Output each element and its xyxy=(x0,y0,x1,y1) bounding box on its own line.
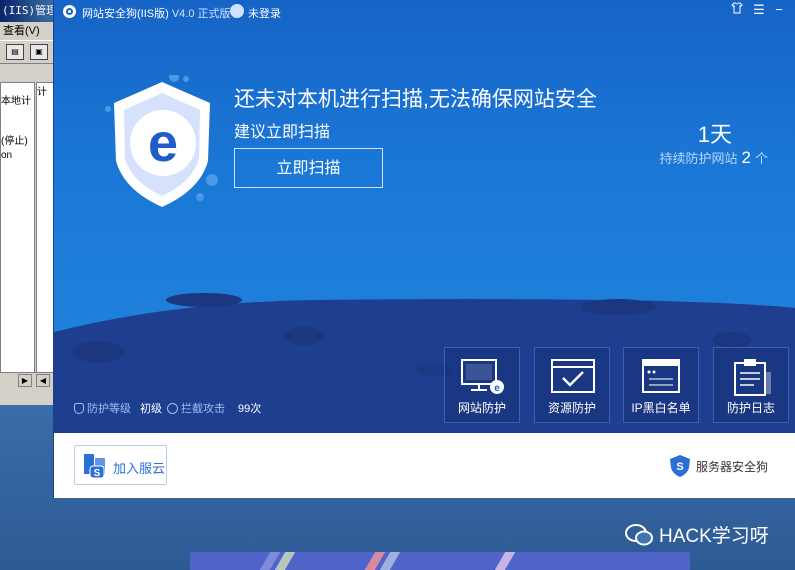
watermark-text: HACK学习呀 xyxy=(659,526,769,547)
login-status[interactable]: 未登录 xyxy=(248,5,281,21)
hero-panel: 网站安全狗(IIS版) V4.0 正式版 未登录 ☰ − e 还未对本机进行扫描… xyxy=(54,0,795,433)
feature-label: IP黑白名单 xyxy=(631,401,691,415)
svg-text:S: S xyxy=(94,468,101,479)
toolbar-btn-2-icon[interactable]: ▣ xyxy=(30,44,48,60)
ip-list-button[interactable]: IP黑白名单 xyxy=(623,347,699,423)
protected-sites-label: 持续防护网站 xyxy=(659,151,738,166)
iis-toolbar: ▤ ▣ xyxy=(0,40,54,64)
resource-protection-button[interactable]: 资源防护 xyxy=(534,347,610,423)
svg-text:S: S xyxy=(676,461,683,473)
protection-level-label: 防护等级 xyxy=(87,403,131,415)
scan-now-button[interactable]: 立即扫描 xyxy=(234,148,383,188)
ip-list-icon xyxy=(642,359,680,393)
server-safedog-link[interactable]: S 服务器安全狗 xyxy=(669,454,768,478)
safedog-logo-icon: S xyxy=(669,455,690,477)
log-clipboard-icon xyxy=(734,359,771,396)
safedog-window: 网站安全狗(IIS版) V4.0 正式版 未登录 ☰ − e 还未对本机进行扫描… xyxy=(53,0,795,498)
title-bar: 网站安全狗(IIS版) V4.0 正式版 未登录 ☰ − xyxy=(54,0,795,24)
horizontal-scrollbar[interactable]: ▶ ◀ xyxy=(0,372,54,387)
feature-label: 资源防护 xyxy=(547,401,596,415)
join-cloud-button[interactable]: S 加入服云 xyxy=(74,445,167,485)
svg-text:e: e xyxy=(494,383,500,394)
tree-item[interactable]: on xyxy=(1,149,34,163)
menu-view[interactable]: 查看(V) xyxy=(0,22,54,40)
tree-pane[interactable]: 本地计 (停止) on xyxy=(0,82,35,374)
scroll-left-icon[interactable]: ◀ xyxy=(36,374,50,387)
scroll-right-icon[interactable]: ▶ xyxy=(18,374,32,387)
window-check-icon xyxy=(551,359,595,393)
protection-status: 防护等级 初级 拦截攻击 99次 xyxy=(74,400,261,416)
scan-subline: 建议立即扫描 xyxy=(234,124,331,141)
shield-small-icon xyxy=(74,402,84,414)
protected-days: 1天 xyxy=(697,122,732,147)
minimize-icon[interactable]: − xyxy=(770,2,788,17)
app-version: V4.0 正式版 xyxy=(171,8,231,20)
server-cloud-icon: S xyxy=(84,454,105,479)
iis-manager-window[interactable]: (IIS)管理器 查看(V) ▤ ▣ 本地计 (停止) on 计 ▶ ◀ xyxy=(0,0,55,405)
shirt-icon[interactable] xyxy=(728,2,746,17)
intercept-count: 99次 xyxy=(238,403,262,415)
intercept-label: 拦截攻击 xyxy=(181,403,225,415)
svg-text:e: e xyxy=(148,113,178,173)
toolbar-btn-1-icon[interactable]: ▤ xyxy=(6,44,24,60)
brand-label: 服务器安全狗 xyxy=(695,459,768,474)
app-title-text: 网站安全狗(IIS版) xyxy=(82,8,169,20)
footer-bar: S 加入服云 S 服务器安全狗 xyxy=(54,433,795,498)
user-avatar-icon[interactable] xyxy=(230,4,244,18)
join-cloud-label: 加入服云 xyxy=(113,461,166,476)
monitor-shield-icon: e xyxy=(461,359,504,394)
scan-headline: 还未对本机进行扫描,无法确保网站安全 xyxy=(234,88,597,111)
wechat-icon xyxy=(625,523,653,545)
watermark: HACK学习呀 xyxy=(625,521,769,548)
feature-label: 网站防护 xyxy=(457,401,506,415)
app-logo-icon xyxy=(63,5,76,18)
app-title: 网站安全狗(IIS版) V4.0 正式版 xyxy=(82,5,231,21)
protection-level-value: 初级 xyxy=(140,403,162,415)
menu-icon[interactable]: ☰ xyxy=(750,2,768,18)
protected-sites: 持续防护网站 2 个 xyxy=(660,148,769,168)
iis-window-title: (IIS)管理器 xyxy=(0,0,54,22)
protected-sites-unit: 个 xyxy=(754,151,768,166)
tree-item[interactable]: 本地计 xyxy=(1,95,34,109)
website-protection-button[interactable]: e 网站防护 xyxy=(444,347,520,423)
protection-log-button[interactable]: 防护日志 xyxy=(713,347,789,423)
shield-logo-icon: e xyxy=(105,75,218,207)
tree-item[interactable]: (停止) xyxy=(1,135,34,149)
taskbar-strip xyxy=(190,552,690,570)
feature-label: 防护日志 xyxy=(726,401,775,415)
protected-sites-count[interactable]: 2 xyxy=(742,148,751,167)
block-icon xyxy=(167,402,178,414)
